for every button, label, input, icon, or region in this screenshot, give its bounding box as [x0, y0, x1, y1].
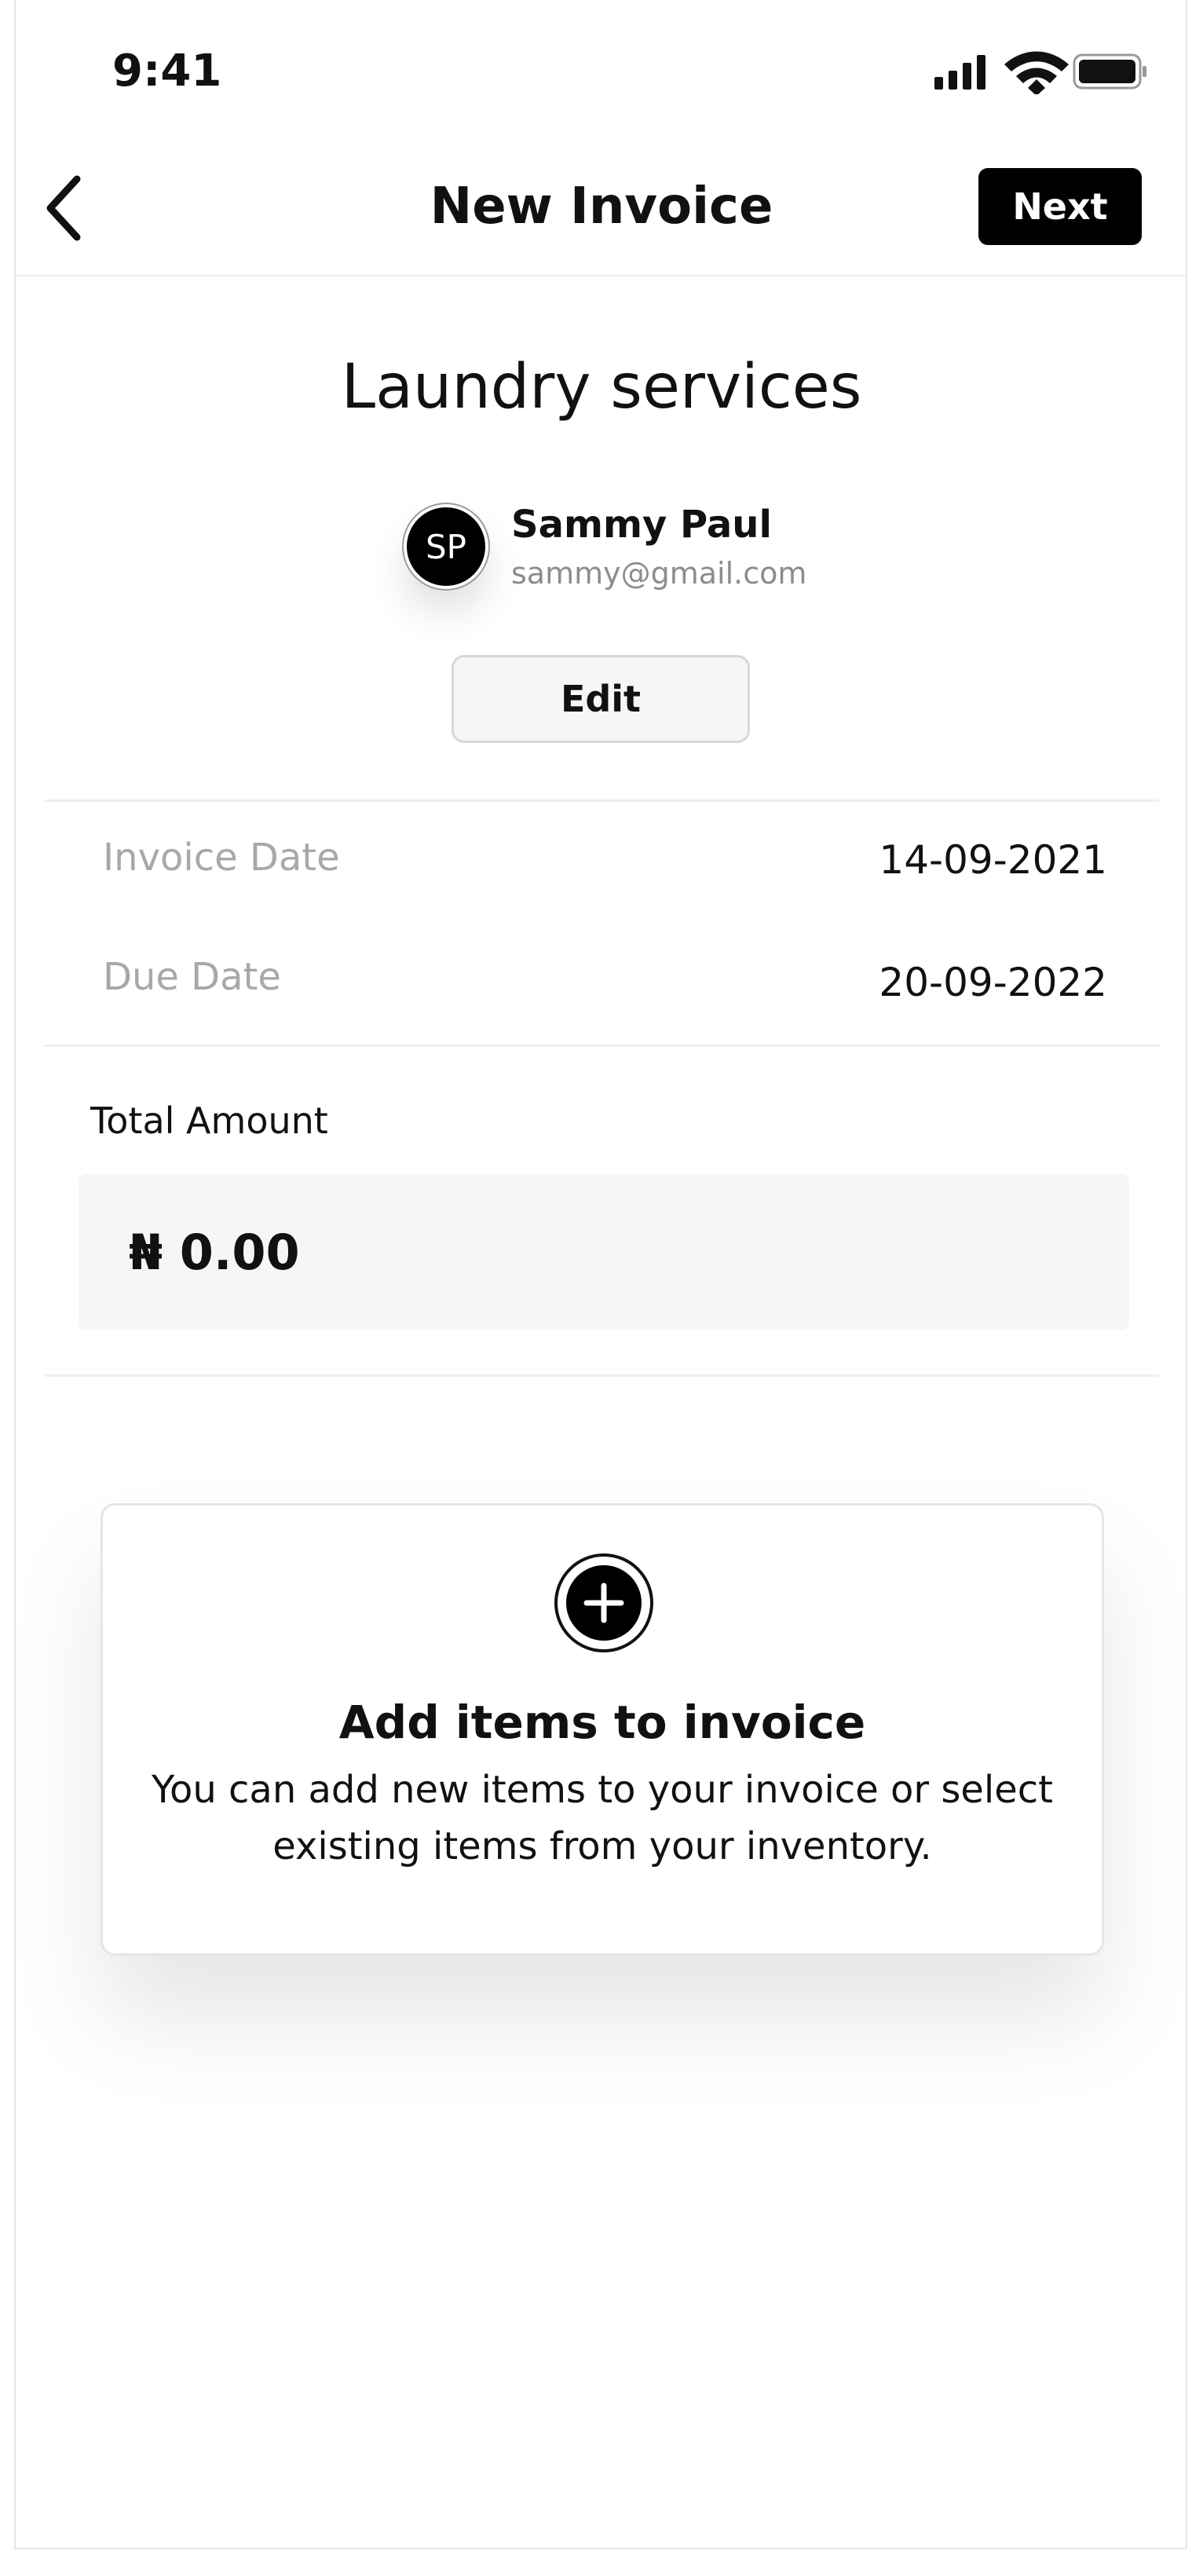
divider-top	[44, 800, 1159, 802]
nav-divider	[14, 275, 1187, 276]
wifi-icon	[1004, 51, 1069, 96]
edit-client-button[interactable]: Edit	[452, 655, 750, 743]
divider-middle	[44, 1045, 1159, 1047]
total-amount-label: Total Amount	[90, 1100, 328, 1142]
status-time: 9:41	[112, 46, 222, 97]
due-date-value[interactable]: 20-09-2022	[879, 960, 1107, 1005]
avatar-initials: SP	[426, 527, 466, 566]
client-name: Sammy Paul	[511, 503, 772, 547]
total-amount-field[interactable]: ₦ 0.00	[79, 1174, 1129, 1330]
add-items-description: You can add new items to your invoice or…	[152, 1768, 1053, 1868]
add-items-card[interactable]: Add items to invoice You can add new ite…	[101, 1503, 1104, 1956]
battery-icon	[1073, 53, 1146, 90]
service-title: Laundry services	[341, 352, 862, 423]
plus-circle-icon[interactable]	[554, 1553, 654, 1653]
status-icons	[931, 50, 1147, 96]
total-amount-value: ₦ 0.00	[129, 1223, 300, 1281]
invoice-date-value[interactable]: 14-09-2021	[879, 837, 1107, 883]
next-button[interactable]: Next	[978, 168, 1142, 245]
client-email: sammy@gmail.com	[511, 556, 807, 591]
invoice-date-label: Invoice Date	[103, 836, 340, 880]
client-avatar: SP	[404, 504, 488, 589]
add-items-title: Add items to invoice	[338, 1696, 866, 1749]
due-date-label: Due Date	[103, 955, 281, 999]
cellular-signal-icon	[934, 55, 985, 90]
divider-bottom	[44, 1374, 1159, 1377]
